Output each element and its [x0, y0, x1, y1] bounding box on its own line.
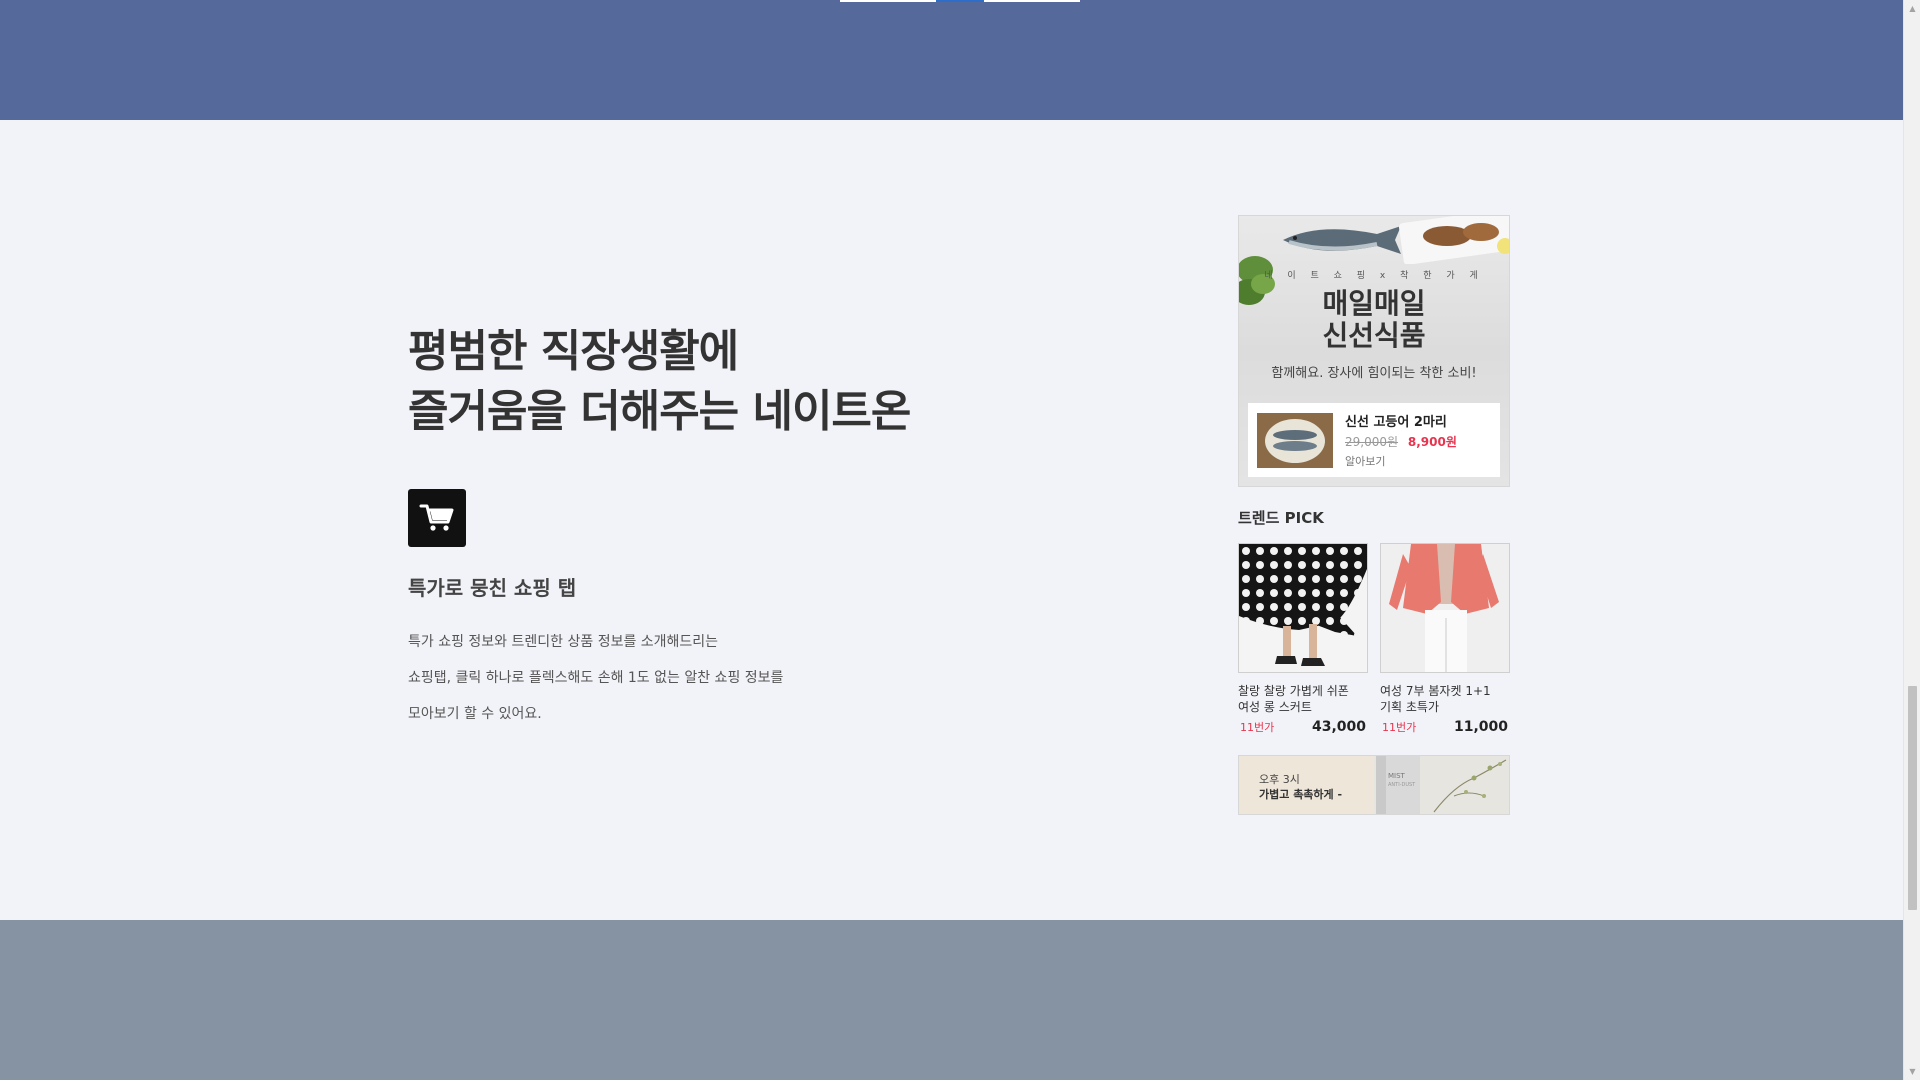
fresh-food-promo-banner[interactable]: 네 이 트 쇼 핑 x 착 한 가 게 매일매일 신선식품 함께해요. 장사에 … [1238, 215, 1510, 487]
promo-title: 매일매일 신선식품 [1239, 288, 1509, 352]
scroll-down-arrow-icon[interactable]: ▼ [1904, 1063, 1920, 1080]
vertical-scrollbar[interactable]: ▲ ▼ [1903, 0, 1920, 1080]
shopping-tab-preview: 네 이 트 쇼 핑 x 착 한 가 게 매일매일 신선식품 함께해요. 장사에 … [1238, 215, 1510, 815]
trend-item-name-line-1: 여성 7부 봄자켓 1+1 [1380, 684, 1491, 698]
promo-title-line-1: 매일매일 [1322, 287, 1426, 320]
trend-item-name[interactable]: 여성 7부 봄자켓 1+1 기획 초특가 [1380, 683, 1510, 715]
trend-item-jacket[interactable]: 여성 7부 봄자켓 1+1 기획 초특가 11번가 11,000 [1380, 543, 1510, 735]
slider-dot-3[interactable] [984, 0, 1080, 2]
scrollbar-thumb[interactable] [1908, 686, 1917, 910]
trend-item-name-line-2: 기획 초특가 [1380, 700, 1440, 714]
trend-pick-grid: 찰랑 찰랑 가볍게 쉬폰 여성 롱 스커트 11번가 43,000 여성 7부 … [1238, 543, 1510, 735]
promo-title-line-2: 신선식품 [1322, 319, 1426, 352]
mackerel-product-thumbnail [1257, 412, 1333, 468]
feature-desc-line-2: 쇼핑탭, 클릭 하나로 플렉스해도 손해 1도 없는 알찬 쇼핑 정보를 [408, 670, 784, 686]
trend-item-price: 43,000 [1311, 719, 1366, 735]
feature-title: 특가로 뭉친 쇼핑 탭 [408, 576, 577, 600]
feature-description: 특가 쇼핑 정보와 트렌디한 상품 정보를 소개해드리는 쇼핑탭, 클릭 하나로… [408, 624, 783, 732]
promo-product-card[interactable]: 신선 고등어 2마리 29,000원 8,900원 알아보기 [1248, 403, 1500, 477]
trend-item-price: 11,000 [1453, 719, 1508, 735]
promo-tagline: 함께해요. 장사에 힘이되는 착한 소비! [1271, 366, 1477, 381]
slider-dot-1[interactable] [840, 0, 936, 2]
section-headline: 평범한 직장생활에 즐거움을 더해주는 네이트온 [408, 322, 911, 442]
trend-item-name-line-2: 여성 롱 스커트 [1238, 700, 1312, 714]
promo-subtitle: 네 이 트 쇼 핑 x 착 한 가 게 [1264, 271, 1484, 281]
mist-ad-banner[interactable]: 오후 3시 가볍고 촉촉하게 - MIST ANTI-DUST [1238, 755, 1510, 815]
promo-product-name: 신선 고등어 2마리 [1345, 415, 1447, 430]
trend-pick-title: 트렌드 PICK [1238, 509, 1324, 527]
slider-indicator [840, 0, 1080, 2]
mist-product-illustration: MIST ANTI-DUST [1374, 756, 1509, 814]
trend-item-store: 11번가 [1240, 721, 1275, 734]
feature-desc-line-3: 모아보기 할 수 있어요. [408, 706, 542, 722]
original-price: 29,000원 [1345, 435, 1399, 449]
cart-icon [408, 489, 466, 547]
trend-item-meta: 11번가 43,000 [1238, 719, 1368, 735]
trend-item-name-line-1: 찰랑 찰랑 가볍게 쉬폰 [1238, 684, 1349, 698]
banner-copy: 가볍고 촉촉하게 - [1259, 788, 1343, 801]
banner-product-label-1: MIST [1388, 772, 1406, 780]
headline-line-1: 평범한 직장생활에 [408, 326, 739, 377]
promo-product-info: 신선 고등어 2마리 29,000원 8,900원 알아보기 [1345, 411, 1457, 469]
trend-item-image[interactable] [1380, 543, 1510, 673]
trend-item-store: 11번가 [1382, 721, 1417, 734]
trend-item-image[interactable] [1238, 543, 1368, 673]
feature-desc-line-1: 특가 쇼핑 정보와 트렌디한 상품 정보를 소개해드리는 [408, 634, 719, 650]
slider-dot-2-active[interactable] [936, 0, 984, 2]
promo-product-prices: 29,000원 8,900원 [1345, 433, 1457, 450]
mackerel-illustration [1283, 226, 1401, 254]
grilled-fish-plate-illustration [1398, 216, 1509, 264]
headline-line-2: 즐거움을 더해주는 네이트온 [408, 386, 911, 437]
trend-item-skirt[interactable]: 찰랑 찰랑 가볍게 쉬폰 여성 롱 스커트 11번가 43,000 [1238, 543, 1368, 735]
trend-item-meta: 11번가 11,000 [1380, 719, 1510, 735]
scroll-up-arrow-icon[interactable]: ▲ [1904, 0, 1920, 17]
trend-item-name[interactable]: 찰랑 찰랑 가볍게 쉬폰 여성 롱 스커트 [1238, 683, 1368, 715]
banner-product-label-2: ANTI-DUST [1388, 782, 1416, 788]
sale-price: 8,900원 [1407, 435, 1457, 449]
top-section-band [0, 0, 1903, 120]
learn-more-link[interactable]: 알아보기 [1345, 453, 1457, 469]
next-section-band [0, 920, 1903, 1080]
banner-time: 오후 3시 [1259, 773, 1300, 786]
